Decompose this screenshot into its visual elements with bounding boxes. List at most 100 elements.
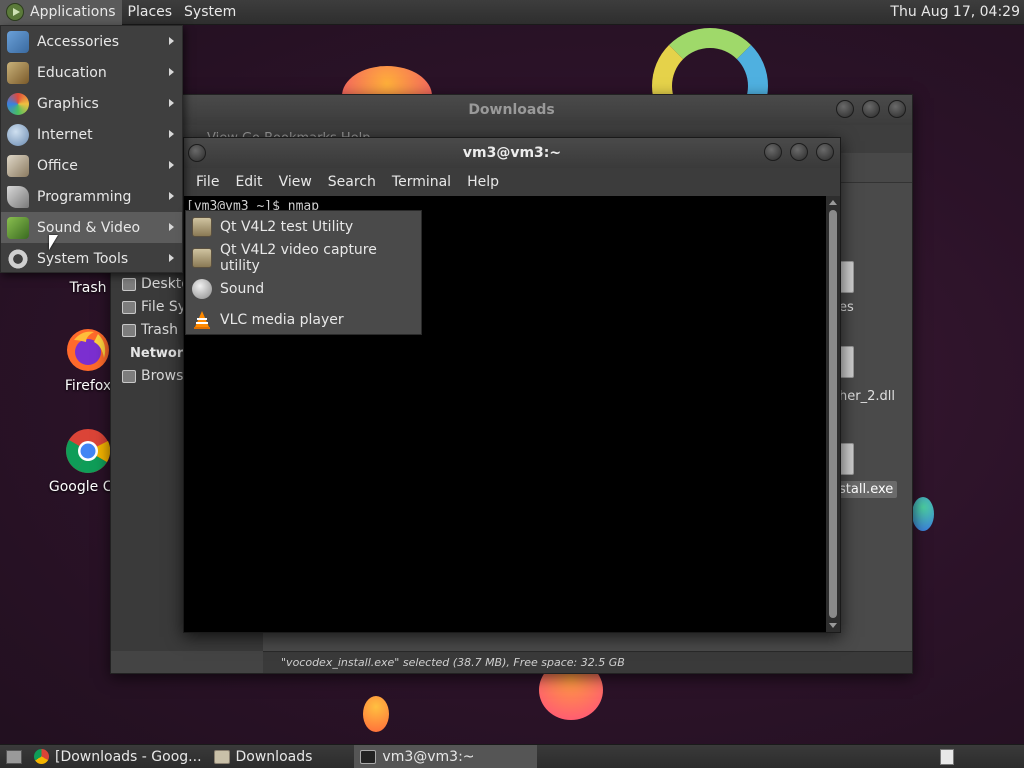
downloads-maximize-button[interactable] [862,100,880,118]
applications-menu-button[interactable]: Applications [0,0,122,25]
firefox-icon [67,329,109,371]
terminal-scroll-thumb[interactable] [829,210,837,618]
terminal-menu-edit[interactable]: Edit [227,168,270,196]
mouse-cursor-icon [49,235,58,250]
bottom-taskbar: [Downloads - Goog... Downloads vm3@vm3:~ [0,744,1024,768]
submenu-arrow-icon [169,223,174,231]
menu-item-office[interactable]: Office [1,150,182,181]
taskbar-item-downloads[interactable]: Downloads [208,745,319,768]
applications-label: Applications [30,4,116,20]
submenu-arrow-icon [169,68,174,76]
workspace-switcher-icon[interactable] [940,749,954,765]
downloads-minimize-button[interactable] [836,100,854,118]
menu-item-label: Education [37,64,107,81]
terminal-scrollbar[interactable] [826,196,840,632]
chrome-icon [34,749,49,764]
menu-item-education[interactable]: Education [1,57,182,88]
taskbar-item-chrome[interactable]: [Downloads - Goog... [28,745,208,768]
taskbar-item-terminal[interactable]: vm3@vm3:~ [354,744,537,768]
submenu-arrow-icon [169,99,174,107]
menu-item-graphics[interactable]: Graphics [1,88,182,119]
wallpaper-small-orange-blob [363,696,389,732]
submenu-item-qt-v4l2-test[interactable]: Qt V4L2 test Utility [186,211,421,242]
education-icon [7,61,29,84]
terminal-window-menu-button[interactable] [188,144,206,162]
panel-clock[interactable]: Thu Aug 17, 04:29 [890,0,1020,25]
submenu-arrow-icon [169,192,174,200]
submenu-arrow-icon [169,130,174,138]
folder-icon [213,749,230,764]
sound-video-submenu: Qt V4L2 test Utility Qt V4L2 video captu… [185,210,422,335]
wallpaper-blue-blob [912,497,934,531]
submenu-item-sound[interactable]: Sound [186,273,421,304]
submenu-arrow-icon [169,161,174,169]
menu-item-programming[interactable]: Programming [1,181,182,212]
terminal-title: vm3@vm3:~ [462,145,562,161]
graphics-icon [7,92,29,115]
file-label[interactable]: her_2.dll [839,389,895,404]
terminal-close-button[interactable] [816,143,834,161]
submenu-item-label: VLC media player [220,311,344,328]
applications-logo-icon [6,3,24,21]
sidebar-item-label: Trash [141,322,178,338]
terminal-icon [360,749,377,764]
menu-item-label: Graphics [37,95,99,112]
sound-icon [192,278,212,299]
menu-item-label: Internet [37,126,93,143]
trash-icon [122,324,136,337]
menu-item-label: Office [37,157,78,174]
submenu-item-qt-v4l2-capture[interactable]: Qt V4L2 video capture utility [186,241,421,274]
terminal-maximize-button[interactable] [790,143,808,161]
submenu-arrow-icon [169,254,174,262]
system-tools-icon [7,247,29,270]
terminal-menu-terminal[interactable]: Terminal [384,168,459,196]
submenu-item-vlc[interactable]: VLC media player [186,304,421,335]
menu-item-label: Sound & Video [37,219,141,236]
accessories-icon [7,30,29,53]
submenu-item-label: Qt V4L2 test Utility [220,218,354,235]
submenu-item-label: Qt V4L2 video capture utility [219,241,377,274]
taskbar-item-label: vm3@vm3:~ [382,748,475,765]
show-desktop-icon[interactable] [6,749,22,764]
desktop-folder-icon [122,278,136,291]
terminal-minimize-button[interactable] [764,143,782,161]
terminal-menubar: File Edit View Search Terminal Help [184,168,840,196]
network-icon [122,370,136,383]
system-menu-button[interactable]: System [178,0,242,25]
downloads-close-button[interactable] [888,100,906,118]
qt-v4l2-icon [192,216,212,237]
chrome-icon [66,429,111,473]
menu-item-sound-video[interactable]: Sound & Video [1,212,182,243]
internet-icon [7,123,29,146]
downloads-statusbar: "vocodex_install.exe" selected (38.7 MB)… [263,651,912,673]
submenu-arrow-icon [169,37,174,45]
places-menu-button[interactable]: Places [122,0,179,25]
downloads-title: Downloads [468,102,555,118]
qt-v4l2-capture-icon [192,247,212,268]
submenu-item-label: Sound [220,280,265,297]
taskbar-item-label: [Downloads - Goog... [55,748,202,765]
terminal-menu-help[interactable]: Help [459,168,507,196]
terminal-menu-file[interactable]: File [188,168,227,196]
downloads-titlebar[interactable]: Downloads [111,95,912,125]
terminal-menu-view[interactable]: View [271,168,320,196]
file-label[interactable]: es [839,300,854,315]
menu-item-system-tools[interactable]: System Tools [1,243,182,274]
menu-item-label: Accessories [37,33,120,50]
file-label-selected[interactable]: stall.exe [835,481,898,498]
sound-video-icon [7,216,29,239]
applications-menu: Accessories Education Graphics Internet … [0,25,183,273]
top-panel: Applications Places System Thu Aug 17, 0… [0,0,1024,25]
scroll-down-arrow-icon[interactable] [829,623,837,628]
menu-item-label: Programming [37,188,132,205]
office-icon [7,154,29,177]
terminal-menu-search[interactable]: Search [320,168,384,196]
programming-icon [7,185,29,208]
terminal-titlebar[interactable]: vm3@vm3:~ [184,138,840,168]
vlc-icon [194,310,210,329]
menu-item-internet[interactable]: Internet [1,119,182,150]
menu-item-label: System Tools [37,250,129,267]
drive-icon [122,301,136,314]
menu-item-accessories[interactable]: Accessories [1,26,182,57]
scroll-up-arrow-icon[interactable] [829,200,837,205]
